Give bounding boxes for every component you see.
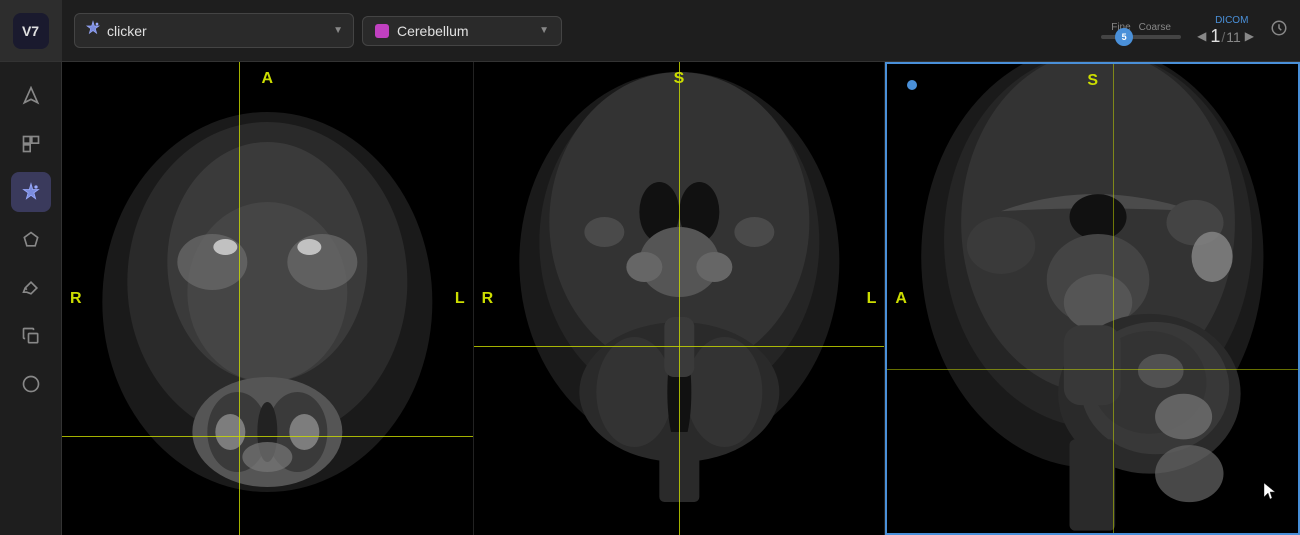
viewport-coronal[interactable]: S R L: [474, 62, 886, 535]
tool-dropdown-arrow: ▼: [333, 25, 343, 36]
fine-coarse-slider[interactable]: 5: [1101, 35, 1181, 39]
coronal-label-top: S: [674, 70, 685, 88]
sidebar-item-brush[interactable]: [11, 268, 51, 308]
sagittal-crosshair-v: [1113, 64, 1114, 533]
viewer-area: A R L: [62, 62, 1300, 535]
axial-label-top: A: [262, 70, 274, 88]
class-selector[interactable]: Cerebellum ▼: [362, 16, 562, 46]
dicom-next-button[interactable]: ▶: [1245, 29, 1254, 43]
v7-logo: V7: [13, 13, 49, 49]
sidebar-item-view[interactable]: [11, 124, 51, 164]
sidebar-item-navigate[interactable]: [11, 76, 51, 116]
fine-coarse-control: Fine Coarse 5: [1101, 22, 1181, 39]
sidebar-item-clicker[interactable]: [11, 172, 51, 212]
axial-label-right: L: [455, 290, 465, 308]
coronal-label-left: R: [482, 290, 494, 308]
axial-crosshair-v: [239, 62, 240, 535]
class-dropdown-arrow: ▼: [539, 25, 549, 36]
axial-label-left: R: [70, 290, 82, 308]
sidebar-item-copy[interactable]: [11, 316, 51, 356]
sagittal-crosshair-h: [887, 369, 1298, 370]
topbar-right: Fine Coarse 5 DICOM ◀ 1 / 11: [1101, 15, 1288, 47]
viewport-axial[interactable]: A R L: [62, 62, 474, 535]
dicom-prev-button[interactable]: ◀: [1197, 29, 1206, 43]
main-content: clicker ▼ Cerebellum ▼ Fine Coarse 5: [62, 0, 1300, 535]
clock-icon[interactable]: [1270, 19, 1288, 42]
viewport-sagittal[interactable]: S A: [885, 62, 1300, 535]
logo-button[interactable]: V7: [0, 0, 62, 62]
slider-thumb[interactable]: 5: [1115, 28, 1133, 46]
dicom-numbers: 1 / 11: [1210, 26, 1240, 47]
tool-icon: [85, 20, 101, 41]
topbar: clicker ▼ Cerebellum ▼ Fine Coarse 5: [62, 0, 1300, 62]
tool-selector[interactable]: clicker ▼: [74, 13, 354, 48]
axial-crosshair-h: [62, 436, 473, 437]
dicom-label: DICOM: [1215, 15, 1248, 26]
sagittal-label-top: S: [1087, 72, 1098, 90]
sidebar: V7: [0, 0, 62, 535]
sidebar-item-circle[interactable]: [11, 364, 51, 404]
coarse-label: Coarse: [1139, 22, 1171, 33]
class-color-dot: [375, 24, 389, 38]
dicom-nav-controls: ◀ 1 / 11 ▶: [1197, 26, 1254, 47]
dicom-total-slices: 11: [1226, 29, 1241, 45]
slider-track: 5: [1101, 35, 1181, 39]
tool-name-label: clicker: [107, 23, 327, 39]
dicom-navigation: DICOM ◀ 1 / 11 ▶: [1197, 15, 1254, 47]
sidebar-item-polygon[interactable]: [11, 220, 51, 260]
dicom-current-slice: 1: [1210, 26, 1220, 47]
coronal-label-right: L: [867, 290, 877, 308]
class-name-label: Cerebellum: [397, 23, 531, 39]
sagittal-label-left: A: [895, 290, 907, 308]
cursor-icon: [1264, 483, 1278, 503]
dicom-separator: /: [1221, 29, 1225, 45]
coronal-crosshair-v: [679, 62, 680, 535]
